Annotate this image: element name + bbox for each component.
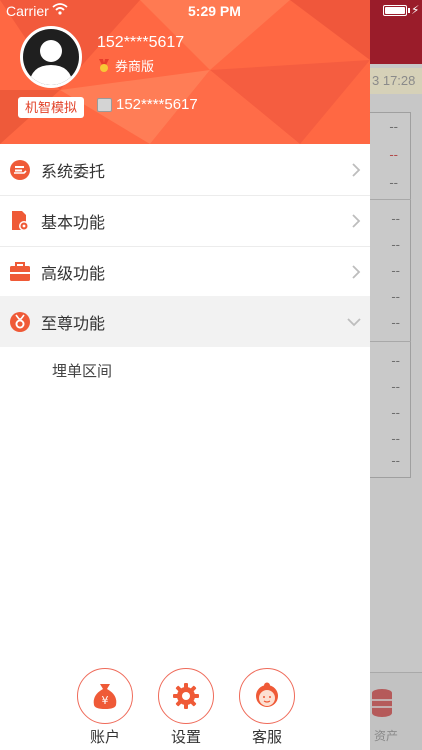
background-data-panel: -- -- -- -- -- -- -- -- -- -- -- -- -- xyxy=(370,112,411,478)
background-time: 3 17:28 xyxy=(370,68,422,94)
gear-icon xyxy=(173,683,199,709)
menu-item-advanced-functions[interactable]: 高级功能 xyxy=(0,246,370,297)
bg-cell: -- xyxy=(389,147,398,162)
battery-cap xyxy=(408,8,410,13)
chevron-right-icon xyxy=(352,264,361,279)
document-gear-icon xyxy=(12,210,29,231)
simulation-mode-button[interactable]: 机智模拟 xyxy=(18,97,84,118)
status-time: 5:29 PM xyxy=(188,3,241,19)
user-phone: 152****5617 xyxy=(97,34,185,51)
avatar[interactable] xyxy=(20,26,82,88)
edition-badge: 券商版 xyxy=(97,56,154,75)
support-agent-icon xyxy=(256,682,278,707)
battery-icon xyxy=(383,5,407,16)
menu-item-premium-functions[interactable]: 至尊功能 xyxy=(0,296,370,347)
menu-item-basic-functions[interactable]: 基本功能 xyxy=(0,195,370,246)
id-card-icon xyxy=(97,97,112,112)
briefcase-icon xyxy=(10,261,30,281)
bg-cell: -- xyxy=(391,289,400,304)
carrier-label: Carrier xyxy=(6,3,49,19)
wifi-icon xyxy=(52,3,68,15)
chevron-down-icon xyxy=(347,317,361,326)
medal-icon xyxy=(99,58,109,72)
bg-cell: -- xyxy=(391,353,400,368)
bg-cell: -- xyxy=(391,263,400,278)
account-button[interactable]: ¥ xyxy=(77,668,133,724)
drawer-bottom-bar: ¥ 账户 设置 客服 xyxy=(0,666,370,750)
user-silhouette-icon xyxy=(29,40,73,85)
coins-icon xyxy=(372,689,392,717)
settings-button[interactable] xyxy=(158,668,214,724)
background-asset-label: 资产 xyxy=(374,729,399,743)
settings-label: 设置 xyxy=(170,729,201,746)
customer-service-label: 客服 xyxy=(251,729,282,746)
edition-label: 券商版 xyxy=(115,59,155,74)
bg-cell: -- xyxy=(391,453,400,468)
submenu-item-order-range[interactable]: 埋单区间 xyxy=(52,360,112,381)
money-bag-icon: ¥ xyxy=(93,684,117,709)
account-number: 152****5617 xyxy=(116,96,198,113)
svg-text:¥: ¥ xyxy=(102,694,109,707)
chevron-right-icon xyxy=(352,213,361,228)
menu-item-label: 系统委托 xyxy=(41,163,106,181)
bg-divider xyxy=(370,199,411,200)
bg-cell: -- xyxy=(391,431,400,446)
medal-badge-icon xyxy=(10,311,30,332)
menu-item-label: 至尊功能 xyxy=(41,315,106,333)
account-label: 账户 xyxy=(89,729,120,746)
bg-divider xyxy=(370,341,411,342)
status-bar: Carrier 5:29 PM ⚡ xyxy=(0,0,422,22)
charging-icon: ⚡ xyxy=(411,3,420,17)
menu-item-label: 高级功能 xyxy=(41,265,106,283)
bg-cell: -- xyxy=(391,405,400,420)
side-drawer: 152****5617 券商版 机智模拟 152****5617 系统委托 基本… xyxy=(0,0,370,750)
bg-cell: -- xyxy=(389,175,398,190)
customer-service-button[interactable] xyxy=(239,668,295,724)
chevron-right-icon xyxy=(352,162,361,177)
bg-cell: -- xyxy=(391,211,400,226)
account-info: 152****5617 xyxy=(97,96,198,113)
bg-cell: -- xyxy=(389,119,398,134)
background-tab-bar: 资产 xyxy=(370,672,422,750)
order-icon xyxy=(10,159,30,180)
menu-item-label: 基本功能 xyxy=(41,214,106,232)
bg-cell: -- xyxy=(391,315,400,330)
menu-item-system-order[interactable]: 系统委托 xyxy=(0,144,370,195)
bg-cell: -- xyxy=(391,379,400,394)
bg-cell: -- xyxy=(391,237,400,252)
